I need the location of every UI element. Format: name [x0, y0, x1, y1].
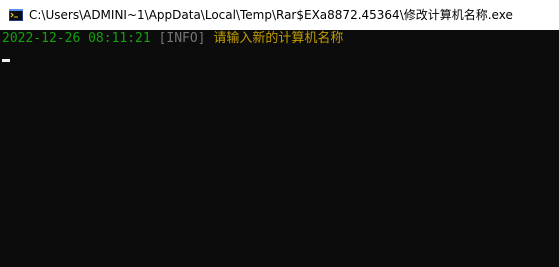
log-level: [INFO]	[158, 31, 206, 46]
log-timestamp: 2022-12-26 08:11:21	[2, 31, 151, 46]
console-output[interactable]: 2022-12-26 08:11:21 [INFO] 请输入新的计算机名称	[0, 30, 559, 267]
text-cursor	[2, 59, 10, 62]
title-bar[interactable]: C:\Users\ADMINI~1\AppData\Local\Temp\Rar…	[0, 0, 559, 30]
console-window: C:\Users\ADMINI~1\AppData\Local\Temp\Rar…	[0, 0, 559, 267]
log-message: 请输入新的计算机名称	[213, 31, 344, 46]
console-app-icon	[8, 7, 24, 23]
log-line: 2022-12-26 08:11:21 [INFO] 请输入新的计算机名称	[2, 30, 559, 48]
window-title: C:\Users\ADMINI~1\AppData\Local\Temp\Rar…	[29, 8, 513, 22]
